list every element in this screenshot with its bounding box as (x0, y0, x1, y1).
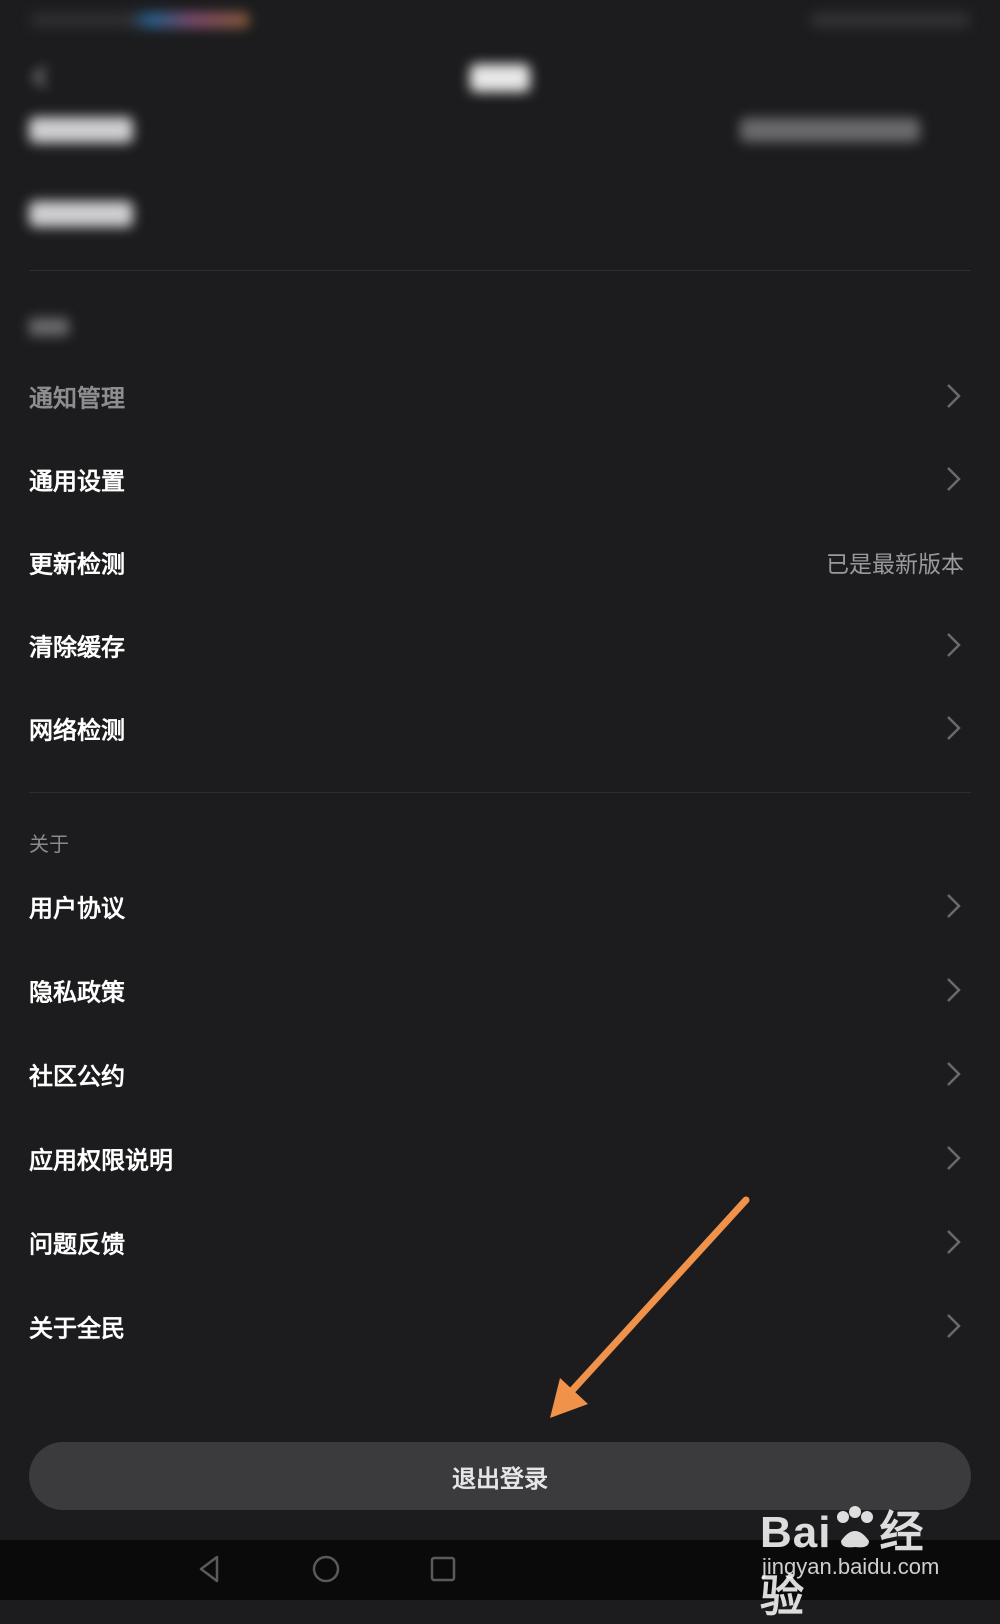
paw-icon (837, 1506, 874, 1548)
divider (29, 792, 971, 793)
about-item-label: 问题反馈 (29, 1230, 125, 1259)
about-item-user-agreement[interactable]: 用户协议 (0, 864, 1000, 948)
divider (29, 270, 971, 271)
status-bar-right-icons (810, 12, 970, 28)
about-item-label: 隐私政策 (29, 978, 125, 1007)
section-header-about: 关于 (29, 832, 69, 856)
account-row-2-label (29, 201, 133, 227)
about-item-label: 应用权限说明 (29, 1146, 173, 1175)
settings-item-notifications[interactable]: 通知管理 (0, 354, 1000, 438)
about-item-feedback[interactable]: 问题反馈 (0, 1200, 1000, 1284)
status-bar-left-icons (30, 12, 250, 28)
about-item-label: 关于全民 (29, 1314, 125, 1343)
update-status-value: 已是最新版本 (826, 552, 964, 578)
nav-recent-square-icon[interactable] (428, 1554, 458, 1584)
settings-item-label: 网络检测 (29, 716, 125, 745)
chevron-right-icon (947, 978, 961, 1002)
account-row-2[interactable] (0, 172, 1000, 256)
chevron-right-icon (947, 1314, 961, 1338)
settings-item-label: 通用设置 (29, 467, 125, 496)
section-header-settings (29, 318, 69, 336)
watermark: Bai 经验 jingyan.baidu.com (750, 1496, 960, 1621)
chevron-right-icon (947, 384, 961, 408)
account-row-1-value (740, 118, 920, 142)
about-item-label: 用户协议 (29, 894, 125, 923)
settings-item-clear-cache[interactable]: 清除缓存 (0, 603, 1000, 687)
chevron-right-icon (947, 716, 961, 740)
back-arrow-icon[interactable] (30, 66, 52, 88)
account-row-1[interactable] (0, 88, 1000, 172)
settings-item-general[interactable]: 通用设置 (0, 437, 1000, 521)
chevron-right-icon (947, 467, 961, 491)
account-row-1-label (29, 117, 133, 143)
about-item-permissions[interactable]: 应用权限说明 (0, 1116, 1000, 1200)
nav-back-triangle-icon[interactable] (195, 1554, 225, 1584)
about-item-about-app[interactable]: 关于全民 (0, 1284, 1000, 1368)
nav-home-circle-icon[interactable] (311, 1554, 341, 1584)
chevron-right-icon (947, 633, 961, 657)
about-item-privacy-policy[interactable]: 隐私政策 (0, 948, 1000, 1032)
watermark-url: jingyan.baidu.com (762, 1554, 940, 1579)
status-bar (0, 0, 1000, 40)
chevron-right-icon (947, 894, 961, 918)
chevron-right-icon (947, 1146, 961, 1170)
settings-item-label: 更新检测 (29, 550, 125, 579)
chevron-right-icon (947, 1062, 961, 1086)
settings-item-network-check[interactable]: 网络检测 (0, 686, 1000, 770)
chevron-right-icon (947, 1230, 961, 1254)
about-item-label: 社区公约 (29, 1062, 125, 1091)
about-item-community-rules[interactable]: 社区公约 (0, 1032, 1000, 1116)
settings-item-update-check[interactable]: 更新检测 已是最新版本 (0, 520, 1000, 604)
settings-item-label: 清除缓存 (29, 633, 125, 662)
settings-item-label: 通知管理 (29, 384, 125, 413)
